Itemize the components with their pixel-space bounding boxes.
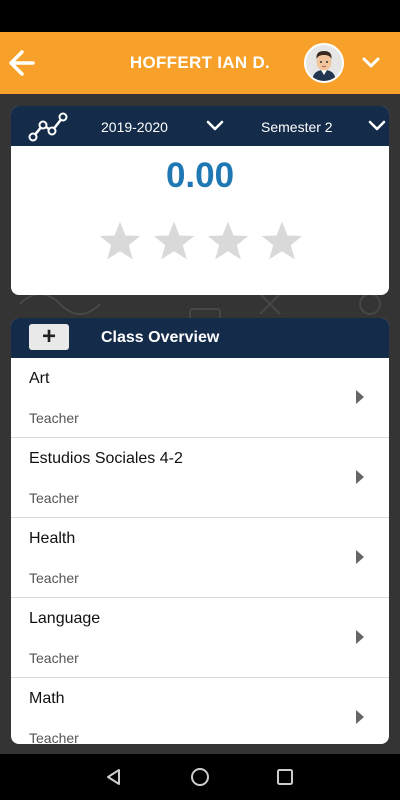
chevron-right-icon xyxy=(356,630,364,644)
class-name: Estudios Sociales 4-2 xyxy=(29,450,183,467)
chevron-right-icon xyxy=(356,390,364,404)
class-row-health[interactable]: Health Teacher xyxy=(11,518,389,598)
android-nav-bar xyxy=(0,754,400,800)
star-icon xyxy=(99,221,141,260)
class-name: Language xyxy=(29,610,101,627)
school-year-select[interactable]: 2019-2020 xyxy=(101,119,168,135)
back-triangle-icon[interactable] xyxy=(104,767,124,787)
semester-select[interactable]: Semester 2 xyxy=(261,119,333,135)
chevron-down-icon[interactable] xyxy=(366,117,388,135)
chevron-down-icon[interactable] xyxy=(360,52,382,74)
app-header: HOFFERT IAN D. xyxy=(0,32,400,94)
class-role: Teacher xyxy=(29,730,79,744)
class-role: Teacher xyxy=(29,650,79,666)
class-overview-toolbar: + Class Overview xyxy=(11,318,389,358)
gpa-card: 2019-2020 Semester 2 0.00 xyxy=(11,106,389,295)
chevron-right-icon xyxy=(356,470,364,484)
status-bar xyxy=(0,0,400,32)
chevron-right-icon xyxy=(356,550,364,564)
add-class-button[interactable]: + xyxy=(29,324,69,350)
home-circle-icon[interactable] xyxy=(190,767,210,787)
class-role: Teacher xyxy=(29,570,79,586)
class-row-estudios-sociales[interactable]: Estudios Sociales 4-2 Teacher xyxy=(11,438,389,518)
class-row-math[interactable]: Math Teacher xyxy=(11,678,389,744)
class-role: Teacher xyxy=(29,410,79,426)
class-row-art[interactable]: Art Teacher xyxy=(11,358,389,438)
star-rating xyxy=(98,219,308,269)
class-role: Teacher xyxy=(29,490,79,506)
chevron-right-icon xyxy=(356,710,364,724)
trend-chart-icon xyxy=(27,111,69,143)
gpa-toolbar: 2019-2020 Semester 2 xyxy=(11,106,389,146)
class-overview-title: Class Overview xyxy=(101,329,220,346)
class-list: Art Teacher Estudios Sociales 4-2 Teache… xyxy=(11,358,389,744)
recents-square-icon[interactable] xyxy=(275,767,295,787)
class-overview-card: + Class Overview Art Teacher Estudios So… xyxy=(11,318,389,744)
gpa-value: 0.00 xyxy=(165,156,235,195)
avatar[interactable] xyxy=(304,43,344,83)
star-icon xyxy=(153,221,195,260)
star-icon xyxy=(261,221,303,260)
class-row-language[interactable]: Language Teacher xyxy=(11,598,389,678)
chevron-down-icon[interactable] xyxy=(204,117,226,135)
class-name: Math xyxy=(29,690,65,707)
class-name: Health xyxy=(29,530,76,547)
back-arrow-icon[interactable] xyxy=(6,48,36,78)
star-icon xyxy=(207,221,249,260)
class-name: Art xyxy=(29,370,50,387)
